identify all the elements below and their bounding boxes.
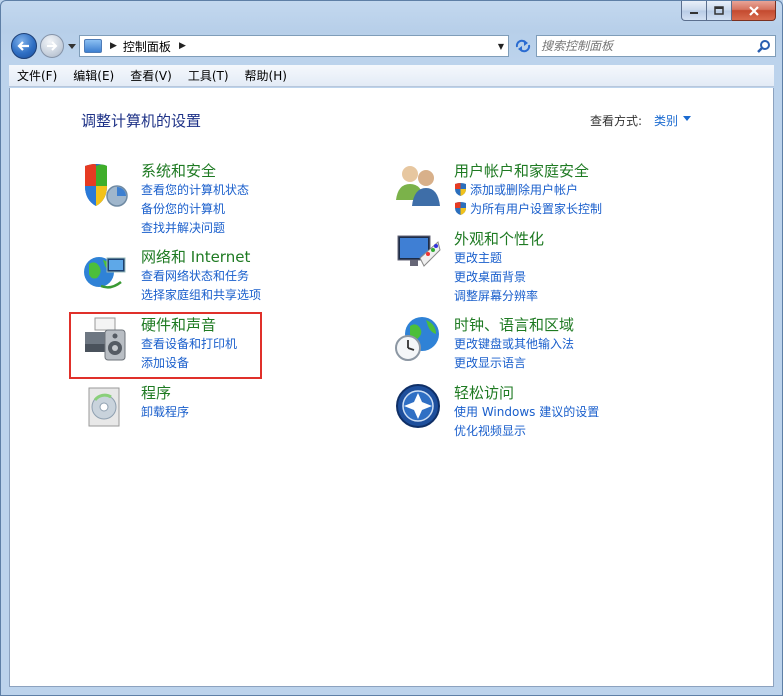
refresh-icon xyxy=(515,39,531,53)
link-text: 添加或删除用户帐户 xyxy=(470,183,579,197)
navigation-bar: ▶ 控制面板 ▶ ▼ xyxy=(9,33,776,59)
category-system-security: 系统和安全 查看您的计算机状态 备份您的计算机 查找并解决问题 xyxy=(81,160,321,235)
clock-globe-icon[interactable] xyxy=(394,314,442,362)
link-backup-computer[interactable]: 备份您的计算机 xyxy=(141,200,225,217)
menu-bar: 文件(F) 编辑(E) 查看(V) 工具(T) 帮助(H) xyxy=(9,65,774,87)
link-homegroup-sharing[interactable]: 选择家庭组和共享选项 xyxy=(141,286,261,303)
maximize-icon xyxy=(714,6,724,15)
programs-disc-icon[interactable] xyxy=(81,382,129,430)
link-text: 为所有用户设置家长控制 xyxy=(470,202,603,216)
menu-help[interactable]: 帮助(H) xyxy=(237,65,295,87)
breadcrumb-separator-icon[interactable]: ▶ xyxy=(110,41,117,51)
maximize-button[interactable] xyxy=(707,1,732,21)
category-programs: 程序 卸载程序 xyxy=(81,382,261,432)
link-change-keyboard[interactable]: 更改键盘或其他输入法 xyxy=(454,335,574,352)
view-by-label: 查看方式: xyxy=(590,114,643,128)
arrow-left-icon xyxy=(17,41,29,51)
link-add-remove-users[interactable]: 添加或删除用户帐户 xyxy=(454,181,578,198)
category-title[interactable]: 轻松访问 xyxy=(454,382,514,403)
link-optimize-display[interactable]: 优化视频显示 xyxy=(454,422,526,439)
search-input[interactable] xyxy=(537,37,755,55)
control-panel-window: ▶ 控制面板 ▶ ▼ 文件(F) 编辑(E) 查看(V) 工具(T) 帮助(H)… xyxy=(0,0,783,696)
close-button[interactable] xyxy=(732,1,776,21)
link-windows-suggested[interactable]: 使用 Windows 建议的设置 xyxy=(454,403,599,420)
link-change-display-language[interactable]: 更改显示语言 xyxy=(454,354,526,371)
link-screen-resolution[interactable]: 调整屏幕分辨率 xyxy=(454,287,538,304)
link-network-status[interactable]: 查看网络状态和任务 xyxy=(141,267,249,284)
menu-file[interactable]: 文件(F) xyxy=(9,65,65,87)
category-appearance: 外观和个性化 更改主题 更改桌面背景 调整屏幕分辨率 xyxy=(394,228,654,303)
refresh-button[interactable] xyxy=(512,35,534,57)
link-view-computer-status[interactable]: 查看您的计算机状态 xyxy=(141,181,249,198)
shield-icon[interactable] xyxy=(81,160,129,208)
ease-of-access-icon[interactable] xyxy=(394,382,442,430)
back-button[interactable] xyxy=(11,33,37,59)
category-title[interactable]: 网络和 Internet xyxy=(141,246,250,267)
arrow-right-icon xyxy=(47,41,58,51)
control-panel-icon xyxy=(84,39,102,53)
minimize-icon xyxy=(690,11,698,14)
search-box[interactable] xyxy=(536,35,776,57)
chevron-down-icon xyxy=(68,43,76,49)
monitor-palette-icon[interactable] xyxy=(394,228,442,276)
highlight-box xyxy=(69,312,262,379)
category-title[interactable]: 用户帐户和家庭安全 xyxy=(454,160,589,181)
recent-pages-dropdown[interactable] xyxy=(67,41,77,51)
menu-edit[interactable]: 编辑(E) xyxy=(65,65,122,87)
link-uninstall-program[interactable]: 卸载程序 xyxy=(141,403,189,420)
forward-button[interactable] xyxy=(40,34,64,58)
category-user-accounts: 用户帐户和家庭安全 添加或删除用户帐户 为所有用户设置家长控制 xyxy=(394,160,694,220)
link-change-theme[interactable]: 更改主题 xyxy=(454,249,502,266)
caption-buttons xyxy=(681,1,776,21)
category-clock-language: 时钟、语言和区域 更改键盘或其他输入法 更改显示语言 xyxy=(394,314,654,374)
category-title[interactable]: 程序 xyxy=(141,382,171,403)
category-title[interactable]: 系统和安全 xyxy=(141,160,216,181)
page-title: 调整计算机的设置 xyxy=(81,112,202,130)
network-globe-icon[interactable] xyxy=(81,246,129,294)
category-title[interactable]: 时钟、语言和区域 xyxy=(454,314,574,335)
link-troubleshoot[interactable]: 查找并解决问题 xyxy=(141,219,225,236)
uac-shield-icon xyxy=(455,202,466,215)
search-icon[interactable] xyxy=(755,37,773,55)
uac-shield-icon xyxy=(455,183,466,196)
category-network-internet: 网络和 Internet 查看网络状态和任务 选择家庭组和共享选项 xyxy=(81,246,341,306)
link-change-background[interactable]: 更改桌面背景 xyxy=(454,268,526,285)
menu-view[interactable]: 查看(V) xyxy=(122,65,180,87)
link-parental-controls[interactable]: 为所有用户设置家长控制 xyxy=(454,200,602,217)
close-icon xyxy=(748,5,759,16)
view-by-caret-icon[interactable] xyxy=(683,116,691,121)
breadcrumb-control-panel[interactable]: 控制面板 xyxy=(123,38,171,55)
address-bar[interactable]: ▶ 控制面板 ▶ ▼ xyxy=(79,35,509,57)
users-icon[interactable] xyxy=(394,160,442,208)
category-ease-of-access: 轻松访问 使用 Windows 建议的设置 优化视频显示 xyxy=(394,382,654,442)
address-dropdown-icon[interactable]: ▼ xyxy=(498,42,504,51)
menu-tools[interactable]: 工具(T) xyxy=(180,65,237,87)
content-pane: 调整计算机的设置 查看方式: 类别 系统和安全 查看您的计算机状态 备份您的计算… xyxy=(9,88,774,687)
breadcrumb-separator-icon[interactable]: ▶ xyxy=(179,41,186,51)
view-by-dropdown[interactable]: 类别 xyxy=(654,112,678,129)
minimize-button[interactable] xyxy=(681,1,707,21)
category-title[interactable]: 外观和个性化 xyxy=(454,228,544,249)
